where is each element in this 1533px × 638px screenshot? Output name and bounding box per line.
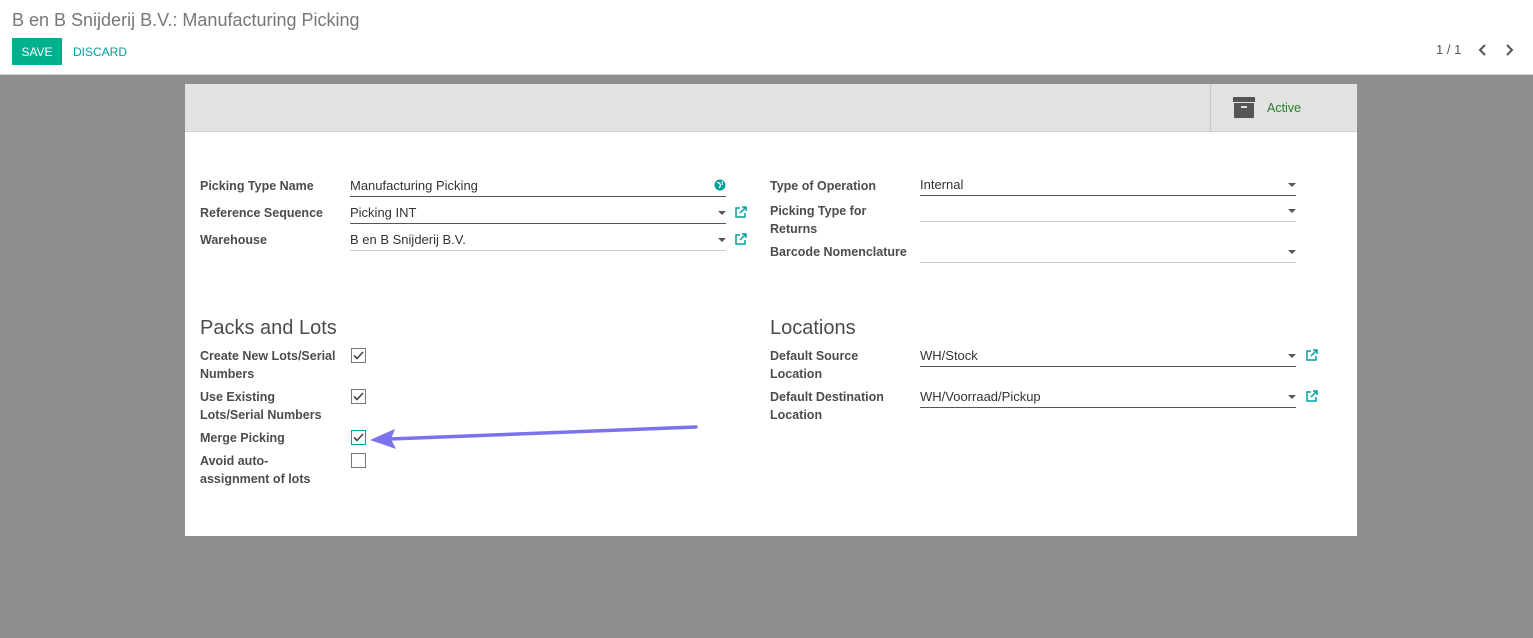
reference-sequence-label: Reference Sequence — [200, 206, 323, 220]
merge-picking-label: Merge Picking — [200, 431, 285, 445]
locations-title: Locations — [770, 317, 856, 339]
globe-icon[interactable] — [714, 179, 726, 191]
picking-type-returns-label: Picking Type for Returns — [770, 204, 867, 236]
active-toggle-button[interactable]: Active — [1210, 84, 1357, 132]
picking-type-name-value: Manufacturing Picking — [350, 178, 478, 193]
caret-down-icon — [1288, 183, 1296, 187]
chevron-right-icon — [1506, 44, 1514, 56]
warehouse-select[interactable]: B en B Snijderij B.V. — [350, 231, 726, 251]
checkmark-icon — [353, 392, 364, 401]
warehouse-label: Warehouse — [200, 233, 267, 247]
picking-type-returns-select[interactable] — [920, 202, 1296, 222]
external-link-icon[interactable] — [1305, 348, 1319, 362]
picking-type-name-input[interactable]: Manufacturing Picking — [350, 177, 726, 197]
barcode-nomenclature-label: Barcode Nomenclature — [770, 245, 907, 259]
default-source-location-label: Default Source Location — [770, 349, 859, 381]
external-link-icon[interactable] — [734, 205, 748, 219]
external-link-icon[interactable] — [1305, 389, 1319, 403]
default-destination-location-select[interactable]: WH/Voorraad/Pickup — [920, 388, 1296, 408]
create-new-lots-label: Create New Lots/Serial Numbers — [200, 349, 336, 381]
annotation-arrow-icon — [370, 425, 698, 449]
caret-down-icon — [718, 238, 726, 242]
reference-sequence-value: Picking INT — [350, 205, 417, 220]
caret-down-icon — [1288, 395, 1296, 399]
caret-down-icon — [1288, 250, 1296, 254]
warehouse-value: B en B Snijderij B.V. — [350, 232, 466, 247]
breadcrumb: B en B Snijderij B.V.: Manufacturing Pic… — [12, 10, 360, 30]
default-destination-location-label: Default Destination Location — [770, 390, 884, 422]
caret-down-icon — [1288, 209, 1296, 213]
use-existing-lots-label: Use Existing Lots/Serial Numbers — [200, 390, 322, 422]
form-sheet: Active Picking Type Name Manufacturing P… — [185, 84, 1357, 536]
archive-icon — [1233, 97, 1255, 118]
type-of-operation-value: Internal — [920, 177, 964, 192]
use-existing-lots-checkbox[interactable] — [351, 389, 366, 404]
caret-down-icon — [718, 211, 726, 215]
button-box: Active — [185, 84, 1357, 132]
picking-type-name-label: Picking Type Name — [200, 179, 314, 193]
active-label: Active — [1267, 101, 1302, 115]
default-destination-location-value: WH/Voorraad/Pickup — [920, 389, 1041, 404]
create-new-lots-checkbox[interactable] — [351, 348, 366, 363]
pager-previous-button[interactable] — [1475, 41, 1491, 59]
avoid-auto-assignment-label: Avoid auto- assignment of lots — [200, 454, 311, 486]
reference-sequence-select[interactable]: Picking INT — [350, 204, 726, 224]
save-button[interactable]: SAVE — [12, 38, 62, 65]
type-of-operation-select[interactable]: Internal — [920, 176, 1296, 196]
caret-down-icon — [1288, 354, 1296, 358]
chevron-left-icon — [1478, 44, 1486, 56]
type-of-operation-label: Type of Operation — [770, 179, 877, 193]
packs-and-lots-title: Packs and Lots — [200, 317, 337, 339]
default-source-location-select[interactable]: WH/Stock — [920, 347, 1296, 367]
control-panel: B en B Snijderij B.V.: Manufacturing Pic… — [0, 0, 1533, 75]
default-source-location-value: WH/Stock — [920, 348, 978, 363]
pager-value: 1 / 1 — [1436, 42, 1462, 57]
barcode-nomenclature-select[interactable] — [920, 243, 1296, 263]
pager-next-button[interactable] — [1501, 41, 1517, 59]
discard-button[interactable]: DISCARD — [69, 38, 131, 65]
checkmark-icon — [353, 351, 364, 360]
external-link-icon[interactable] — [734, 232, 748, 246]
